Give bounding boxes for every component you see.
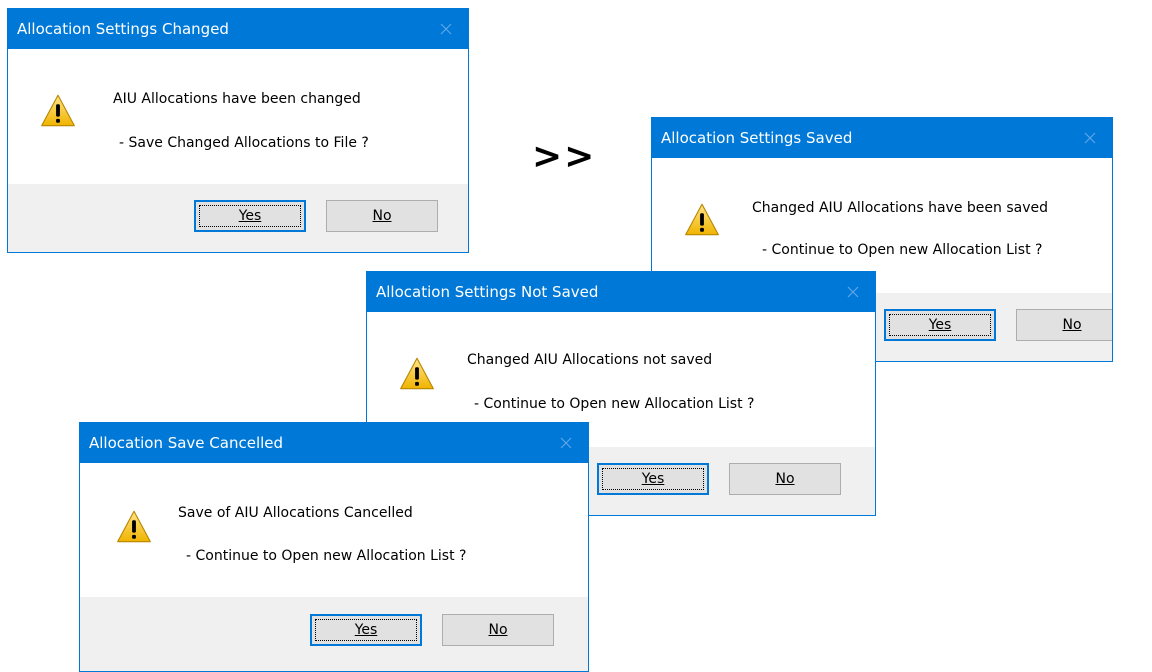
message-line-1: Changed AIU Allocations not saved <box>467 352 713 368</box>
no-button[interactable]: No <box>442 614 554 646</box>
warning-icon <box>117 510 151 543</box>
button-bar: Yes No <box>80 597 588 671</box>
no-button[interactable]: No <box>1016 309 1112 341</box>
dialog-title: Allocation Settings Not Saved <box>376 283 599 301</box>
transition-arrows: >> <box>532 136 597 177</box>
message-line-1: Save of AIU Allocations Cancelled <box>178 505 413 521</box>
yes-button[interactable]: Yes <box>884 309 996 341</box>
warning-icon <box>41 94 75 127</box>
message-line-2: - Continue to Open new Allocation List ? <box>762 242 1043 258</box>
no-button[interactable]: No <box>729 463 841 495</box>
title-bar[interactable]: Allocation Save Cancelled <box>80 423 588 463</box>
dialog-title: Allocation Save Cancelled <box>89 434 284 452</box>
yes-button[interactable]: Yes <box>597 463 709 495</box>
title-bar[interactable]: Allocation Settings Changed <box>8 9 468 49</box>
no-button[interactable]: No <box>326 200 438 232</box>
button-bar: Yes No <box>8 184 468 252</box>
dialog-save-cancelled: Allocation Save Cancelled Save of AIU Al… <box>79 422 589 672</box>
message-line-1: Changed AIU Allocations have been saved <box>752 200 1048 216</box>
close-icon <box>1084 132 1096 144</box>
message-line-2: - Save Changed Allocations to File ? <box>119 135 369 151</box>
dialog-body: AIU Allocations have been changed - Save… <box>8 49 468 252</box>
close-icon <box>560 437 572 449</box>
title-bar[interactable]: Allocation Settings Not Saved <box>367 272 875 312</box>
yes-button[interactable]: Yes <box>194 200 306 232</box>
message-line-2: - Continue to Open new Allocation List ? <box>474 396 755 412</box>
warning-icon <box>400 357 434 390</box>
close-button[interactable] <box>1068 118 1112 158</box>
message-line-1: AIU Allocations have been changed <box>113 91 361 107</box>
dialog-title: Allocation Settings Changed <box>17 20 229 38</box>
title-bar[interactable]: Allocation Settings Saved <box>652 118 1112 158</box>
dialog-settings-changed: Allocation Settings Changed AIU Allocati… <box>7 8 469 253</box>
close-button[interactable] <box>424 9 468 49</box>
message-line-2: - Continue to Open new Allocation List ? <box>186 548 467 564</box>
close-button[interactable] <box>831 272 875 312</box>
yes-button[interactable]: Yes <box>310 614 422 646</box>
warning-icon <box>685 203 719 236</box>
close-button[interactable] <box>544 423 588 463</box>
close-icon <box>847 286 859 298</box>
dialog-body: Save of AIU Allocations Cancelled - Cont… <box>80 463 588 671</box>
close-icon <box>440 23 452 35</box>
dialog-title: Allocation Settings Saved <box>661 129 853 147</box>
